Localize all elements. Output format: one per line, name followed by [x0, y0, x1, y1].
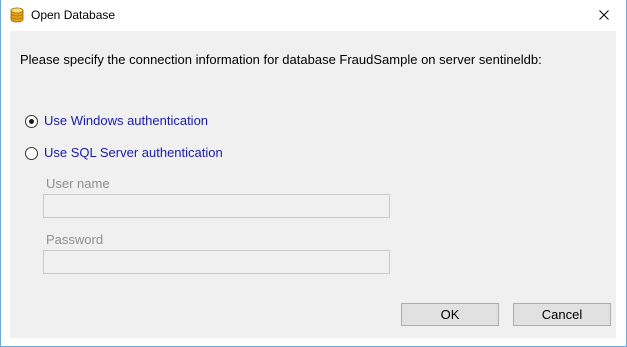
dialog-body: Please specify the connection informatio…: [10, 31, 616, 338]
username-label: User name: [46, 176, 110, 191]
sql-auth-radio[interactable]: [25, 146, 38, 160]
window-title: Open Database: [31, 8, 116, 22]
ok-button[interactable]: OK: [401, 303, 499, 326]
windows-auth-radio[interactable]: [25, 114, 38, 128]
windows-auth-label[interactable]: Use Windows authentication: [44, 113, 208, 129]
connection-prompt: Please specify the connection informatio…: [20, 52, 542, 67]
sql-auth-label[interactable]: Use SQL Server authentication: [44, 145, 223, 161]
username-field[interactable]: [43, 194, 390, 218]
database-icon: [9, 7, 25, 23]
password-field[interactable]: [43, 250, 390, 274]
open-database-dialog: Open Database Please specify the connect…: [0, 0, 627, 347]
close-icon: [599, 7, 609, 25]
title-bar: Open Database: [1, 0, 626, 31]
windows-auth-option[interactable]: Use Windows authentication: [25, 113, 208, 129]
password-label: Password: [46, 232, 104, 247]
close-button[interactable]: [582, 0, 626, 31]
cancel-button[interactable]: Cancel: [513, 303, 611, 326]
sql-auth-option[interactable]: Use SQL Server authentication: [25, 145, 223, 161]
